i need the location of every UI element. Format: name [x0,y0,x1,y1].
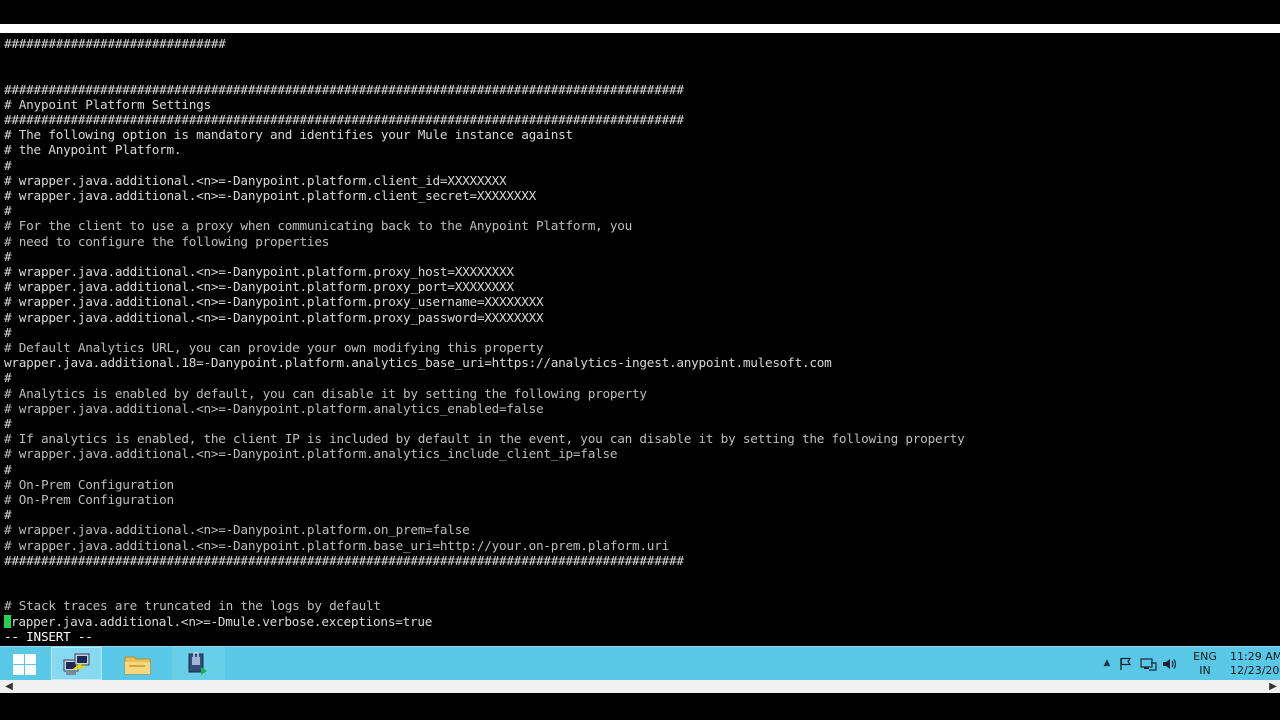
terminal-line: # For the client to use a proxy when com… [4,218,633,234]
terminal-line: # Default Analytics URL, you can provide… [4,340,544,355]
action-center-flag-icon[interactable] [1118,657,1134,671]
terminal-line: # [4,416,12,431]
terminal-line: # [4,248,12,264]
terminal-line: # [4,324,12,340]
terminal-window[interactable]: ############################## ##########… [0,33,1280,646]
terminal-line: # wrapper.java.additional.<n>=-Danypoint… [4,188,536,203]
terminal-line: # [4,461,12,477]
folder-icon [124,656,151,675]
lock-tool-icon [188,651,207,675]
terminal-line: # wrapper.java.additional.<n>=-Danypoint… [4,264,514,279]
clock[interactable]: 11:29 AM 12/23/2016 [1230,647,1280,680]
desktop-screen: ############################## ##########… [0,0,1280,720]
terminal-line: # need to configure the following proper… [4,233,330,249]
terminal-line: ############################## [4,36,226,51]
terminal-line: rapper.java.additional.<n>=-Dmule.verbos… [4,614,432,629]
terminal-line: ########################################… [4,112,684,127]
language-code: ENG [1193,650,1217,663]
taskbar-app-putty[interactable] [51,647,102,680]
cursor-line-text: rapper.java.additional.<n>=-Dmule.verbos… [11,613,433,629]
terminal-line: # [4,157,12,173]
taskbar-app-file-explorer[interactable] [113,647,163,680]
putty-icon [63,653,90,675]
clock-time: 11:29 AM [1230,650,1280,663]
text-cursor [4,614,11,628]
system-tray: ▲ ENG IN 11:29 AM 12/23/2016 [1100,647,1280,680]
bottom-black-strip [0,693,1280,720]
volume-speaker-icon[interactable] [1161,657,1177,671]
input-language-indicator[interactable]: ENG IN [1190,647,1220,680]
vim-mode-indicator: -- INSERT -- [4,628,93,644]
terminal-line: # Stack traces are truncated in the logs… [4,598,381,614]
network-icon[interactable] [1139,657,1157,671]
show-hidden-icons-chevron-up-icon[interactable]: ▲ [1100,647,1114,680]
terminal-line: # Analytics is enabled by default, you c… [4,385,647,401]
terminal-line: # wrapper.java.additional.<n>=-Danypoint… [4,400,544,416]
terminal-line: # the Anypoint Platform. [4,142,182,158]
windows-logo-icon [13,654,37,675]
terminal-line: # If analytics is enabled, the client IP… [4,431,965,447]
scroll-left-arrow-icon[interactable]: ◀ [2,680,16,693]
start-button[interactable] [0,647,50,680]
terminal-line: # The following option is mandatory and … [4,127,573,143]
terminal-line: ########################################… [4,552,684,568]
horizontal-scrollbar[interactable]: ◀ ▶ [0,680,1280,693]
top-black-strip [0,0,1280,24]
taskbar: ▲ ENG IN 11:29 AM 12/23/2016 [0,646,1280,680]
terminal-line: # [4,370,12,386]
terminal-line: # wrapper.java.additional.<n>=-Danypoint… [4,294,544,310]
terminal-line: # wrapper.java.additional.<n>=-Danypoint… [4,279,514,295]
terminal-line: wrapper.java.additional.18=-Danypoint.pl… [4,355,832,371]
terminal-line: # [4,203,12,219]
scroll-right-arrow-icon[interactable]: ▶ [1266,680,1280,693]
terminal-line: # On-Prem Configuration [4,476,174,492]
terminal-line: # [4,507,12,523]
terminal-line: # wrapper.java.additional.<n>=-Danypoint… [4,522,470,538]
taskbar-app-security[interactable] [172,647,225,680]
terminal-line: # wrapper.java.additional.<n>=-Danypoint… [4,309,544,325]
terminal-line: ########################################… [4,81,684,97]
terminal-line: # wrapper.java.additional.<n>=-Danypoint… [4,446,618,462]
terminal-line: # wrapper.java.additional.<n>=-Danypoint… [4,537,669,553]
terminal-line: # Anypoint Platform Settings [4,96,211,112]
keyboard-region: IN [1199,664,1211,677]
clock-date: 12/23/2016 [1230,664,1280,677]
window-top-border [0,24,1280,33]
terminal-line: # On-Prem Configuration [4,492,174,507]
terminal-line: # wrapper.java.additional.<n>=-Danypoint… [4,172,507,188]
